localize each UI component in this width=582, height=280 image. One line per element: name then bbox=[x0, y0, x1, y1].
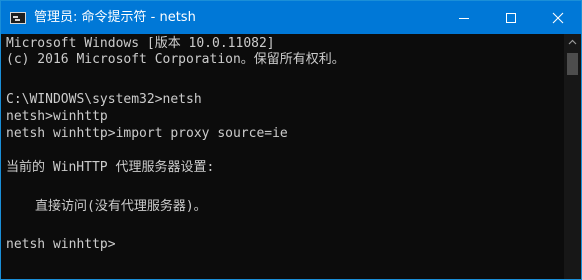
command-prompt-window: 管理员: 命令提示符 - netsh Microsoft Windows [版本… bbox=[0, 0, 582, 280]
cmd-icon[interactable] bbox=[10, 12, 26, 24]
console-line: 直接访问(没有代理服务器)。 bbox=[35, 199, 207, 214]
close-button[interactable] bbox=[535, 1, 581, 34]
console-prompt-line: netsh winhttp> bbox=[6, 237, 116, 252]
console-line: C:\WINDOWS\system32>netsh bbox=[6, 92, 202, 107]
maximize-button[interactable] bbox=[488, 1, 534, 34]
console-line: (c) 2016 Microsoft Corporation。保留所有权利。 bbox=[6, 52, 345, 67]
scroll-thumb[interactable] bbox=[567, 53, 578, 75]
window-title: 管理员: 命令提示符 - netsh bbox=[34, 10, 196, 25]
minimize-button[interactable] bbox=[441, 1, 487, 34]
console-line: netsh winhttp>import proxy source=ie bbox=[6, 126, 288, 141]
scroll-up-button[interactable] bbox=[564, 34, 581, 51]
console-line: netsh>winhttp bbox=[6, 109, 108, 124]
console-line: 当前的 WinHTTP 代理服务器设置: bbox=[6, 160, 215, 175]
minimize-icon bbox=[459, 18, 469, 19]
close-icon bbox=[552, 12, 564, 24]
title-bar[interactable]: 管理员: 命令提示符 - netsh bbox=[1, 1, 581, 34]
maximize-icon bbox=[506, 13, 516, 23]
vertical-scrollbar[interactable] bbox=[564, 34, 581, 279]
console-output[interactable]: Microsoft Windows [版本 10.0.11082] (c) 20… bbox=[1, 34, 564, 279]
chevron-up-icon bbox=[568, 39, 577, 45]
console-line: Microsoft Windows [版本 10.0.11082] bbox=[6, 36, 275, 51]
